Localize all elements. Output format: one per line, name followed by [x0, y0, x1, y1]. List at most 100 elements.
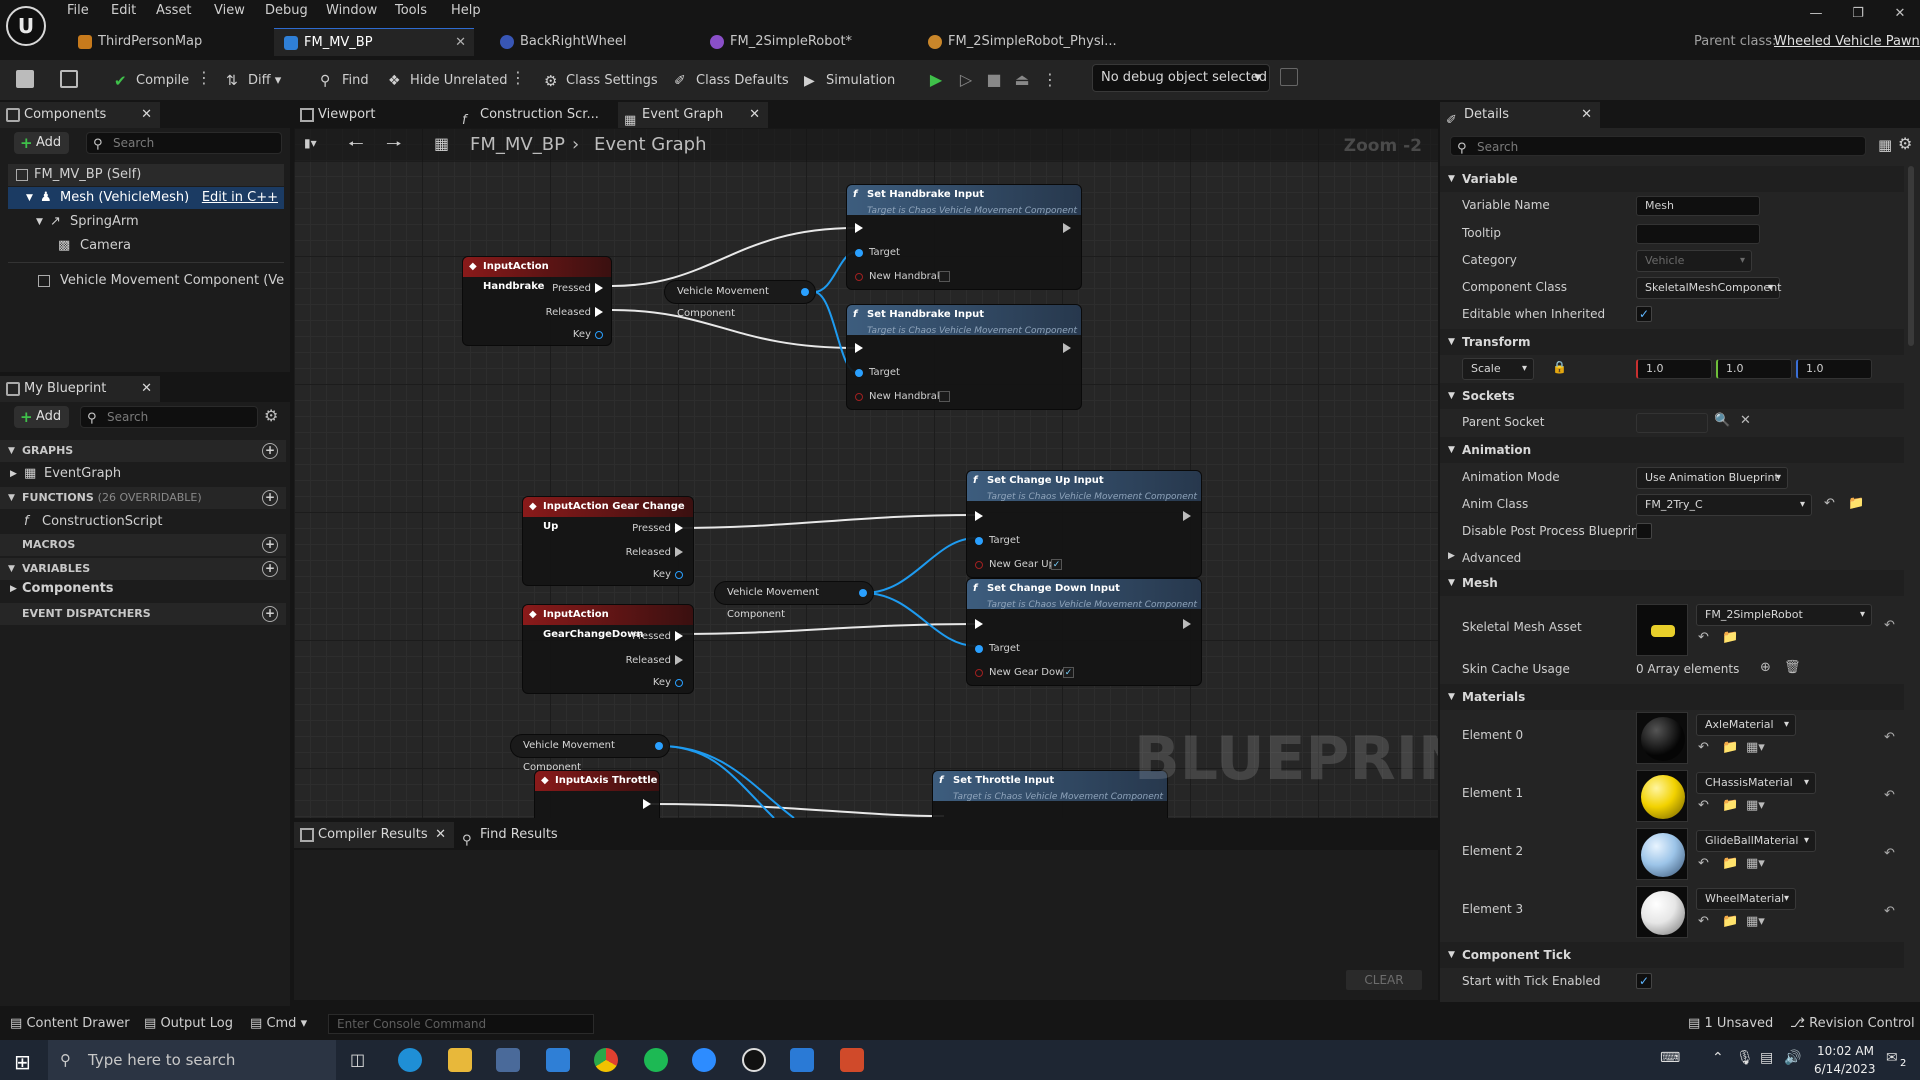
unreal-logo-icon[interactable]: U: [6, 6, 46, 46]
component-class-select[interactable]: SkeletalMeshComponent ▾: [1636, 277, 1782, 299]
item-constructionscript[interactable]: f ConstructionScript: [8, 511, 162, 533]
browse-icon[interactable]: 📁: [1722, 740, 1738, 755]
node-set-handbrake-input[interactable]: f Set Handbrake Input Target is Chaos Vehi…: [846, 304, 1082, 410]
section-event-dispatchers[interactable]: EVENT DISPATCHERS +: [0, 603, 286, 625]
expand-caret-icon[interactable]: ▶: [10, 463, 17, 485]
stop-icon[interactable]: ■: [982, 68, 1006, 92]
menu-file[interactable]: File: [67, 3, 89, 18]
menu-view[interactable]: View: [214, 3, 245, 18]
skeletal-mesh-select[interactable]: FM_2SimpleRobot ▾: [1696, 604, 1872, 626]
reset-to-default-icon[interactable]: ↶: [1884, 788, 1895, 803]
material-thumbnail[interactable]: [1636, 886, 1688, 938]
node-vehicle-movement-component[interactable]: Vehicle Movement Component: [664, 280, 816, 319]
data-pin-bool[interactable]: [855, 273, 863, 281]
node-set-change-down-input[interactable]: f Set Change Down Input Target is Chaos Ve…: [966, 578, 1202, 686]
new-gear-down-checkbox[interactable]: ✓: [1063, 667, 1074, 678]
data-pin-key[interactable]: [675, 679, 683, 687]
material-thumbnail[interactable]: [1636, 712, 1688, 764]
menu-debug[interactable]: Debug: [265, 3, 308, 18]
add-element-icon[interactable]: ⊕: [1760, 660, 1771, 675]
exec-pin-out[interactable]: [1063, 223, 1071, 233]
zoom-icon[interactable]: [692, 1048, 716, 1072]
debug-browse-icon[interactable]: [1280, 68, 1298, 86]
delete-icon[interactable]: 🗑: [1784, 660, 1801, 675]
details-scrollbar[interactable]: [1908, 166, 1914, 346]
edit-in-cpp-link[interactable]: Edit in C++: [202, 187, 278, 209]
play-icon[interactable]: ▶: [924, 68, 948, 92]
new-handbrake-checkbox[interactable]: [939, 391, 950, 402]
component-springarm[interactable]: ▼ ↗ SpringArm: [8, 211, 284, 233]
reset-to-default-icon[interactable]: ↶: [1884, 904, 1895, 919]
menu-tools[interactable]: Tools: [395, 3, 427, 18]
node-set-throttle-input[interactable]: f Set Throttle Input Target is Chaos Vehic…: [932, 770, 1168, 818]
data-pin-target[interactable]: [855, 249, 863, 257]
close-window-icon[interactable]: ✕: [1890, 6, 1910, 22]
texture-options-icon[interactable]: ▦▾: [1746, 856, 1765, 871]
tab-construction-script[interactable]: f Construction Scr...: [456, 102, 616, 128]
simulation-button[interactable]: ▶ Simulation: [802, 69, 895, 93]
exec-pin-out[interactable]: [643, 799, 651, 809]
tab-fm-2simplerobot-physics[interactable]: FM_2SimpleRobot_Physi...: [918, 28, 1168, 56]
exec-pin-out[interactable]: [1183, 619, 1191, 629]
menu-asset[interactable]: Asset: [156, 3, 192, 18]
close-panel-icon[interactable]: ✕: [1581, 102, 1592, 128]
data-pin-output[interactable]: [655, 742, 663, 750]
exec-pin-in[interactable]: [855, 343, 863, 353]
material-select[interactable]: GlideBallMaterial ▾: [1696, 830, 1816, 852]
exec-pin-released[interactable]: [675, 547, 683, 557]
exec-pin-in[interactable]: [975, 619, 983, 629]
item-components-category[interactable]: ▶ Components: [8, 578, 114, 600]
exec-pin-pressed[interactable]: [595, 283, 603, 293]
parent-socket-input[interactable]: [1636, 413, 1708, 433]
use-selected-icon[interactable]: ↶: [1698, 798, 1709, 813]
tab-thirdpersonmap[interactable]: ThirdPersonMap: [68, 28, 268, 56]
texture-options-icon[interactable]: ▦▾: [1746, 914, 1765, 929]
notifications-icon[interactable]: ✉: [1886, 1050, 1898, 1066]
section-macros[interactable]: MACROS +: [0, 534, 286, 556]
clock-date[interactable]: 6/14/2023: [1814, 1062, 1876, 1076]
class-defaults-button[interactable]: ✐ Class Defaults: [672, 69, 789, 93]
exec-pin-released[interactable]: [595, 307, 603, 317]
browse-icon[interactable]: 📁: [1722, 630, 1738, 645]
compile-button[interactable]: ✔ Compile: [112, 69, 189, 93]
compile-options-icon[interactable]: ⋮: [196, 68, 212, 87]
close-panel-icon[interactable]: ✕: [141, 376, 152, 402]
anim-class-select[interactable]: FM_2Try_C ▾: [1636, 494, 1812, 516]
section-variables[interactable]: ▼ VARIABLES +: [0, 558, 286, 580]
texture-options-icon[interactable]: ▦▾: [1746, 798, 1765, 813]
cmd-select[interactable]: ▤ Cmd ▾: [250, 1016, 307, 1031]
variable-name-input[interactable]: Mesh: [1636, 196, 1760, 216]
revision-control-button[interactable]: ⎇ Revision Control: [1790, 1016, 1915, 1031]
menu-help[interactable]: Help: [451, 3, 481, 18]
keyboard-icon[interactable]: ⌨: [1660, 1050, 1680, 1066]
menu-edit[interactable]: Edit: [111, 3, 136, 18]
vscode-icon[interactable]: [790, 1048, 814, 1072]
start-tick-checkbox[interactable]: ✓: [1636, 973, 1652, 989]
volume-icon[interactable]: 🔊: [1784, 1050, 1801, 1066]
edge-icon[interactable]: [398, 1048, 422, 1072]
components-search-input[interactable]: ⚲ Search: [86, 132, 282, 154]
microphone-icon[interactable]: 🎙: [1736, 1050, 1754, 1066]
settings-gear-icon[interactable]: ⚙: [1898, 134, 1912, 153]
component-vehicle-movement[interactable]: Vehicle Movement Component (VehicleI: [8, 270, 284, 292]
browse-icon[interactable]: 📁: [1722, 856, 1738, 871]
use-selected-icon[interactable]: ↶: [1698, 856, 1709, 871]
browse-icon[interactable]: [60, 70, 78, 88]
store-icon[interactable]: [496, 1048, 520, 1072]
close-panel-icon[interactable]: ✕: [141, 102, 152, 128]
section-sockets[interactable]: ▼ Sockets: [1440, 383, 1904, 409]
item-eventgraph[interactable]: ▶ ▦ EventGraph: [8, 463, 121, 485]
network-icon[interactable]: ▤: [1760, 1050, 1773, 1066]
save-icon[interactable]: [16, 70, 34, 88]
node-inputaxis-throttle[interactable]: ◆ InputAxis Throttle: [534, 770, 660, 818]
exec-pin-in[interactable]: [975, 511, 983, 521]
scale-mode-select[interactable]: Scale ▾: [1462, 358, 1534, 380]
data-pin-bool[interactable]: [855, 393, 863, 401]
clock-time[interactable]: 10:02 AM: [1814, 1044, 1874, 1058]
section-transform[interactable]: ▼ Transform: [1440, 329, 1904, 355]
node-vehicle-movement-component[interactable]: Vehicle Movement Component: [510, 734, 670, 773]
scale-x-input[interactable]: 1.0: [1636, 359, 1712, 379]
editable-inherited-checkbox[interactable]: ✓: [1636, 306, 1652, 322]
add-member-button[interactable]: + Add: [14, 406, 70, 428]
my-blueprint-tab[interactable]: My Blueprint ✕: [0, 376, 160, 402]
